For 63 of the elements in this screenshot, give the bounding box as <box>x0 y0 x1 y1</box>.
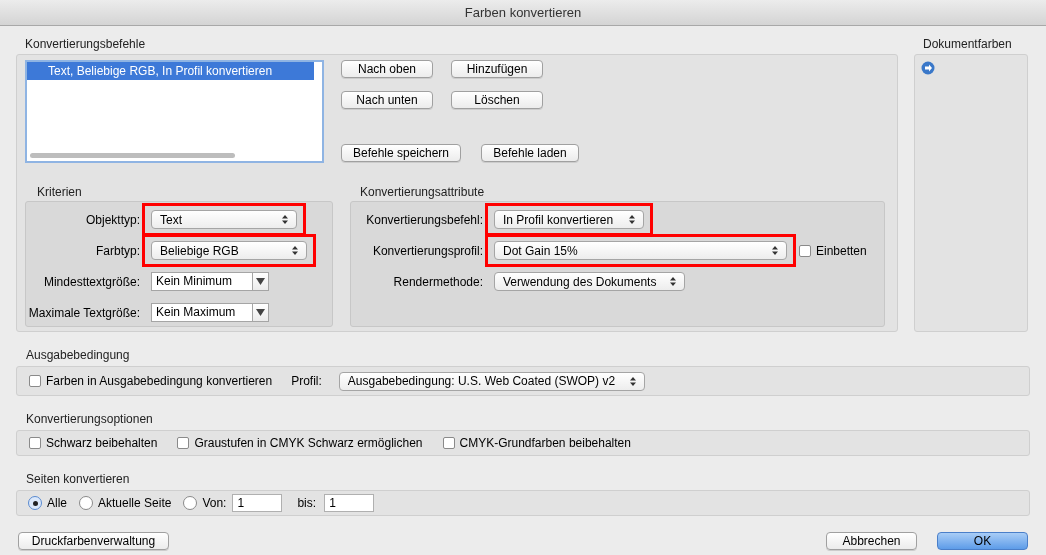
checkbox-label: CMYK-Grundfarben beibehalten <box>459 435 631 452</box>
list-item[interactable]: Text, Beliebige RGB, In Profil konvertieren <box>27 62 314 80</box>
cancel-button[interactable]: Abbrechen <box>826 532 917 550</box>
ink-manager-button[interactable]: Druckfarbenverwaltung <box>18 532 169 550</box>
radio-button[interactable] <box>79 496 93 510</box>
checkbox[interactable] <box>29 375 41 387</box>
popup-menu[interactable]: Text <box>151 210 297 229</box>
ok-button[interactable]: OK <box>937 532 1028 550</box>
field-label: Konvertierungsbefehl: <box>365 211 484 229</box>
section-label: Ausgabebedingung <box>26 347 131 364</box>
stepper-icon <box>292 246 298 255</box>
checkbox-label: Einbetten <box>816 242 867 260</box>
combo-box[interactable]: Kein Minimum <box>151 272 269 291</box>
field-label: Objekttyp: <box>84 211 141 229</box>
command-button[interactable]: Nach unten <box>341 91 433 109</box>
checkbox[interactable] <box>29 437 41 449</box>
window-title: Farben konvertieren <box>464 3 582 22</box>
command-button[interactable]: Hinzufügen <box>451 60 543 78</box>
checkbox[interactable] <box>799 244 811 257</box>
command-button[interactable]: Nach oben <box>341 60 433 78</box>
checkbox[interactable] <box>177 437 190 449</box>
checkbox[interactable] <box>442 437 455 449</box>
field-label: Mindesttextgröße: <box>42 273 141 291</box>
section-label: Kriterien <box>37 184 83 201</box>
field-label: Rendermethode: <box>392 273 484 291</box>
field-label: Maximale Textgröße: <box>27 304 141 322</box>
section-label: Konvertierungsoptionen <box>26 411 154 428</box>
section-label: Seiten konvertieren <box>26 471 131 488</box>
section-label: Konvertierungsattribute <box>360 184 486 201</box>
radio-button[interactable] <box>183 496 198 510</box>
scrollbar[interactable] <box>30 153 235 158</box>
radio-label: Von: <box>202 495 227 512</box>
stepper-icon <box>282 215 288 224</box>
stepper-icon <box>629 215 635 224</box>
checkbox-label: Schwarz beibehalten <box>46 435 158 452</box>
arrow-circle-icon[interactable] <box>921 61 935 75</box>
radio-label: Alle <box>47 495 67 512</box>
section-label: Dokumentfarben <box>923 36 1013 53</box>
stepper-icon <box>629 376 636 386</box>
save-button[interactable]: Befehle speichern <box>341 144 461 162</box>
checkbox-label: Farben in Ausgabebedingung konvertieren <box>46 373 273 390</box>
input-field[interactable]: 1 <box>232 494 283 512</box>
popup-menu[interactable]: Beliebige RGB <box>151 241 307 260</box>
field-label: bis: <box>297 495 317 512</box>
combo-box[interactable]: Kein Maximum <box>151 303 269 322</box>
dropdown-icon <box>256 309 265 316</box>
popup-menu[interactable]: Ausgabebedingung: U.S. Web Coated (SWOP) v2 <box>338 371 645 391</box>
popup-menu[interactable]: In Profil konvertieren <box>494 210 644 229</box>
stepper-icon <box>772 246 778 255</box>
checkbox-label: Graustufen in CMYK Schwarz ermöglichen <box>194 435 423 452</box>
command-button[interactable]: Löschen <box>451 91 543 109</box>
dropdown-icon <box>256 278 265 285</box>
field-label: Konvertierungsprofil: <box>371 242 484 260</box>
field-label: Profil: <box>291 373 322 390</box>
input-field[interactable]: 1 <box>324 494 375 512</box>
popup-menu[interactable]: Dot Gain 15% <box>494 241 787 260</box>
section-label: Konvertierungsbefehle <box>25 36 147 53</box>
radio-label: Aktuelle Seite <box>98 495 172 512</box>
field-label: Farbtyp: <box>95 242 141 260</box>
radio-button[interactable] <box>28 496 42 510</box>
load-button[interactable]: Befehle laden <box>481 144 579 162</box>
popup-menu[interactable]: Verwendung des Dokuments <box>494 272 685 291</box>
stepper-icon <box>670 277 676 286</box>
